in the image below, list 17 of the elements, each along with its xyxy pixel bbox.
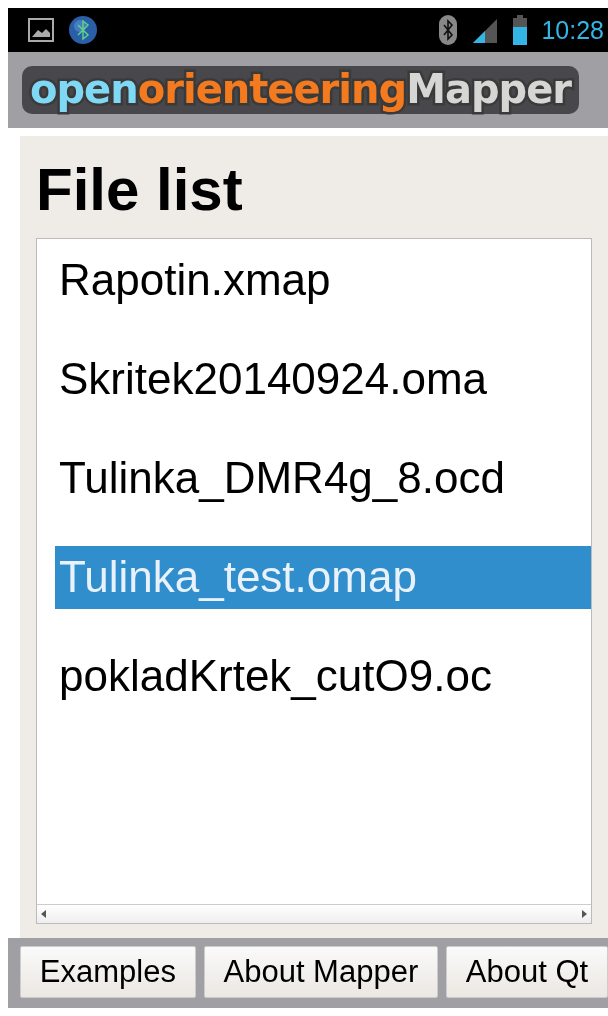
toolbar-button[interactable]: Examples [20,946,196,998]
file-item[interactable]: Rapotin.xmap [55,249,591,348]
toolbar-button[interactable]: About Qt [446,946,608,998]
file-item[interactable]: Skritek20140924.oma [55,348,591,447]
bluetooth-icon [439,15,458,45]
logo-text: Mapper [406,66,572,112]
horizontal-scrollbar[interactable] [37,904,591,923]
logo-text: orienteering [137,66,407,112]
logo-text: open [30,66,138,112]
battery-icon [513,15,528,45]
file-item[interactable]: pokladKrtek_cutO9.oc [55,645,591,744]
file-item[interactable]: Tulinka_DMR4g_8.ocd [55,447,591,546]
page-title: File list [36,155,244,225]
clock: 10:28 [541,15,604,45]
image-icon [28,18,54,42]
globe-icon [68,15,98,45]
toolbar-button[interactable]: About Mapper [203,946,439,998]
